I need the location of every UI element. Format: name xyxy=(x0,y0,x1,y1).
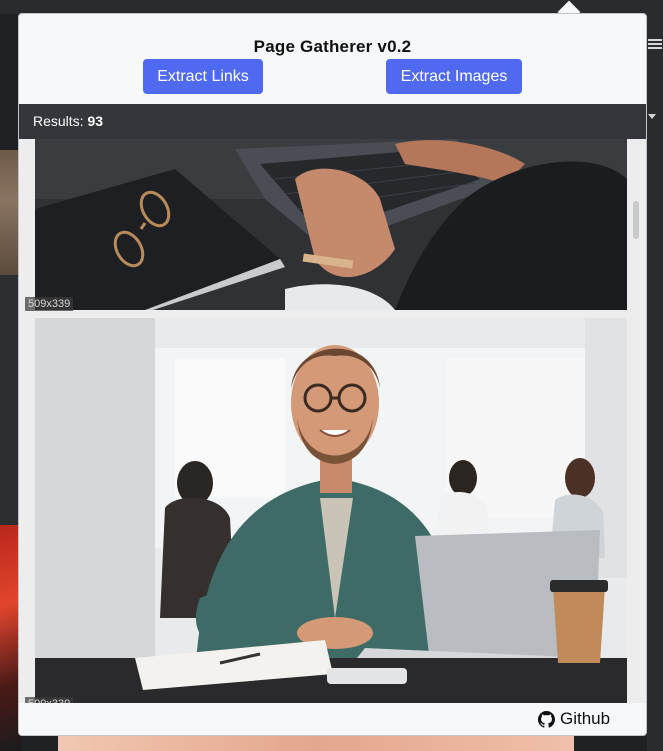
popup-title: Page Gatherer v0.2 xyxy=(253,37,412,56)
results-count: 93 xyxy=(87,113,104,129)
github-link-label: Github xyxy=(560,709,611,728)
github-icon xyxy=(538,710,555,728)
extract-images-button[interactable]: Extract Images xyxy=(386,59,522,94)
background-page-edge xyxy=(647,14,663,751)
result-image[interactable] xyxy=(35,318,627,703)
github-link[interactable]: Github xyxy=(538,703,610,735)
background-image-fragment xyxy=(58,735,574,751)
results-scrollbar-thumb[interactable] xyxy=(633,201,639,239)
results-list[interactable]: 509x339 xyxy=(19,139,646,703)
popup-footer: Github xyxy=(19,703,646,735)
caret-down-icon[interactable] xyxy=(646,110,660,124)
extension-popup: Page Gatherer v0.2 Extract Links Extract… xyxy=(19,14,646,735)
results-label: Results: xyxy=(33,113,84,129)
image-dimensions-badge: 509x339 xyxy=(25,297,74,311)
results-bar: Results: 93 xyxy=(19,104,646,139)
hamburger-menu-icon[interactable] xyxy=(647,36,663,52)
extract-links-button[interactable]: Extract Links xyxy=(143,59,263,94)
results-summary: Results: 93 xyxy=(33,104,103,139)
result-image-thumbnail xyxy=(35,318,627,703)
result-image[interactable] xyxy=(35,139,627,310)
result-image-thumbnail xyxy=(35,139,627,310)
